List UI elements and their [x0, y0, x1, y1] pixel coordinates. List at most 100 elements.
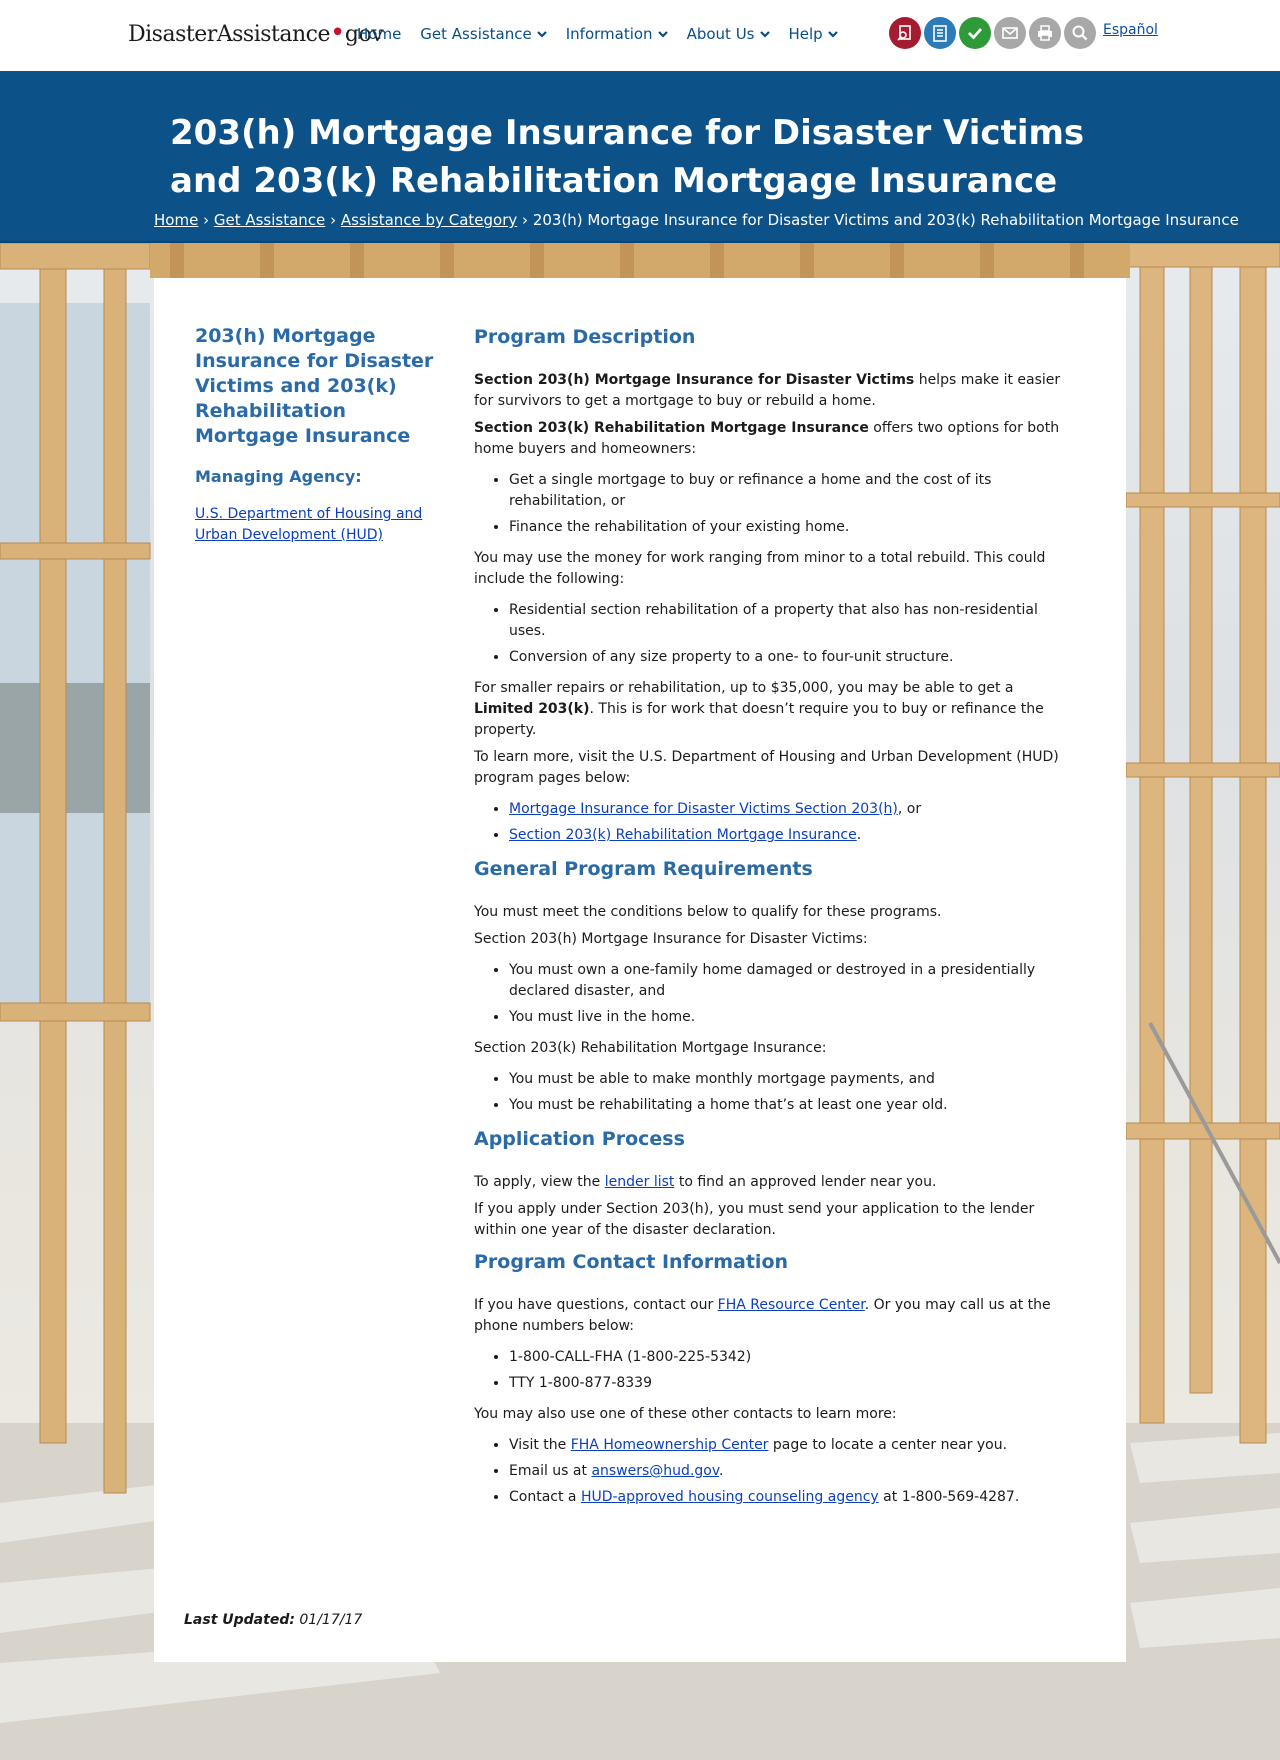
- last-updated-label: Last Updated:: [184, 1612, 295, 1628]
- text: page to locate a center near you.: [768, 1437, 1008, 1453]
- check-icon[interactable]: [959, 17, 991, 49]
- text: , or: [897, 801, 922, 817]
- nav-information[interactable]: Information: [566, 25, 668, 43]
- paragraph: To learn more, visit the U.S. Department…: [474, 749, 1059, 786]
- list-item: You must live in the home.: [509, 1007, 1074, 1028]
- breadcrumb-get-assistance[interactable]: Get Assistance: [214, 211, 325, 229]
- list-item: You must be able to make monthly mortgag…: [509, 1069, 1074, 1090]
- list-item: Residential section rehabilitation of a …: [509, 600, 1074, 642]
- email-icon[interactable]: [994, 17, 1026, 49]
- text: .: [719, 1463, 724, 1479]
- text: at 1-800-569-4287.: [878, 1489, 1020, 1505]
- paragraph: You must meet the conditions below to qu…: [474, 904, 942, 920]
- breadcrumb-home[interactable]: Home: [154, 211, 198, 229]
- sidebar-title: 203(h) Mortgage Insurance for Disaster V…: [195, 325, 434, 447]
- nav-information-label: Information: [565, 25, 653, 43]
- phone-list: 1-800-CALL-FHA (1-800-225-5342) TTY 1-80…: [474, 1347, 1074, 1394]
- hud-agency-link[interactable]: U.S. Department of Housing and Urban Dev…: [195, 504, 435, 546]
- other-contacts-list: Visit the FHA Homeownership Center page …: [474, 1435, 1074, 1508]
- lender-list-link[interactable]: lender list: [605, 1174, 675, 1190]
- breadcrumb: Home › Get Assistance › Assistance by Ca…: [154, 211, 1239, 229]
- breadcrumb-separator: ›: [203, 211, 210, 229]
- fha-homeownership-center-link[interactable]: FHA Homeownership Center: [571, 1437, 769, 1453]
- paragraph: If you have questions, contact our FHA R…: [474, 1295, 1074, 1337]
- sidebar: 203(h) Mortgage Insurance for Disaster V…: [195, 324, 435, 546]
- list-item: Finance the rehabilitation of your exist…: [509, 517, 1074, 538]
- list-item: You must own a one-family home damaged o…: [509, 960, 1074, 1002]
- work-list: Residential section rehabilitation of a …: [474, 600, 1074, 668]
- nav-help-label: Help: [788, 25, 823, 43]
- managing-agency-label: Managing Agency:: [195, 467, 362, 486]
- espanol-link[interactable]: Español: [1103, 22, 1158, 38]
- chevron-down-icon: [536, 29, 547, 39]
- nav-get-assistance[interactable]: Get Assistance: [420, 25, 547, 43]
- list-item: 1-800-CALL-FHA (1-800-225-5342): [509, 1347, 1074, 1368]
- search-document-icon[interactable]: [889, 17, 921, 49]
- paragraph: Section 203(k) Rehabilitation Mortgage I…: [474, 418, 1074, 460]
- bold-text: Section 203(h) Mortgage Insurance for Di…: [474, 372, 915, 388]
- paragraph: For smaller repairs or rehabilitation, u…: [474, 678, 1074, 741]
- main-nav: Home Get Assistance Information About Us…: [357, 25, 857, 43]
- counseling-agency-link[interactable]: HUD-approved housing counseling agency: [581, 1489, 879, 1505]
- content-card: 203(h) Mortgage Insurance for Disaster V…: [154, 278, 1126, 1662]
- nav-home-label: Home: [357, 25, 402, 43]
- top-navigation-bar: DisasterAssistance•gov Home Get Assistan…: [0, 0, 1280, 71]
- nav-help[interactable]: Help: [789, 25, 838, 43]
- breadcrumb-assistance-by-category[interactable]: Assistance by Category: [341, 211, 517, 229]
- hud-links-list: Mortgage Insurance for Disaster Victims …: [474, 799, 1074, 846]
- chevron-down-icon: [657, 29, 668, 39]
- list-item: TTY 1-800-877-8339: [509, 1373, 1074, 1394]
- site-logo[interactable]: DisasterAssistance•gov: [128, 20, 384, 47]
- paragraph: Section 203(h) Mortgage Insurance for Di…: [474, 370, 1074, 412]
- bold-text: Limited 203(k): [474, 701, 590, 717]
- paragraph: If you apply under Section 203(h), you m…: [474, 1201, 1035, 1238]
- text: To apply, view the: [474, 1174, 605, 1190]
- breadcrumb-current: 203(h) Mortgage Insurance for Disaster V…: [532, 211, 1239, 229]
- breadcrumb-separator: ›: [330, 211, 337, 229]
- chevron-down-icon: [827, 29, 838, 39]
- paragraph: You may use the money for work ranging f…: [474, 550, 1046, 587]
- email-link[interactable]: answers@hud.gov: [591, 1463, 719, 1479]
- link-203k[interactable]: Section 203(k) Rehabilitation Mortgage I…: [509, 827, 857, 843]
- breadcrumb-separator: ›: [522, 211, 529, 229]
- nav-home[interactable]: Home: [357, 25, 401, 43]
- text: Email us at: [509, 1463, 592, 1479]
- nav-about-us[interactable]: About Us: [687, 25, 770, 43]
- link-203h[interactable]: Mortgage Insurance for Disaster Victims …: [509, 801, 898, 817]
- checklist-icon[interactable]: [924, 17, 956, 49]
- paragraph: Section 203(k) Rehabilitation Mortgage I…: [474, 1040, 827, 1056]
- page-banner: 203(h) Mortgage Insurance for Disaster V…: [0, 71, 1280, 243]
- list-item: Contact a HUD-approved housing counselin…: [509, 1487, 1074, 1508]
- text: Visit the: [509, 1437, 571, 1453]
- section-heading-application: Application Process: [474, 1128, 685, 1150]
- paragraph: You may also use one of these other cont…: [474, 1406, 897, 1422]
- list-item: Visit the FHA Homeownership Center page …: [509, 1435, 1074, 1456]
- logo-text: DisasterAssistance: [128, 22, 331, 47]
- page-title: 203(h) Mortgage Insurance for Disaster V…: [170, 113, 1085, 201]
- paragraph: Section 203(h) Mortgage Insurance for Di…: [474, 931, 868, 947]
- last-updated-value: 01/17/17: [299, 1612, 363, 1628]
- list-item: Get a single mortgage to buy or refinanc…: [509, 470, 1074, 512]
- text: Contact a: [509, 1489, 581, 1505]
- list-item: Section 203(k) Rehabilitation Mortgage I…: [509, 825, 1074, 846]
- section-heading-contact: Program Contact Information: [474, 1251, 789, 1273]
- text: If you have questions, contact our: [474, 1297, 718, 1313]
- section-heading-program-description: Program Description: [474, 326, 696, 348]
- section-heading-requirements: General Program Requirements: [474, 858, 813, 880]
- tool-icons: [889, 17, 1096, 49]
- search-icon[interactable]: [1064, 17, 1096, 49]
- chevron-down-icon: [759, 29, 770, 39]
- list-item: You must be rehabilitating a home that’s…: [509, 1095, 1074, 1116]
- last-updated: Last Updated: 01/17/17: [184, 1612, 362, 1628]
- list-item: Conversion of any size property to a one…: [509, 647, 1074, 668]
- bold-text: Section 203(k) Rehabilitation Mortgage I…: [474, 420, 869, 436]
- option-list: Get a single mortgage to buy or refinanc…: [474, 470, 1074, 538]
- print-icon[interactable]: [1029, 17, 1061, 49]
- nav-get-assistance-label: Get Assistance: [420, 25, 532, 43]
- text: For smaller repairs or rehabilitation, u…: [474, 680, 1014, 696]
- logo-dot: •: [330, 18, 345, 48]
- main-content: Program Description Section 203(h) Mortg…: [474, 324, 1074, 1518]
- requirements-203h-list: You must own a one-family home damaged o…: [474, 960, 1074, 1028]
- fha-resource-center-link[interactable]: FHA Resource Center: [718, 1297, 865, 1313]
- text: .: [856, 827, 862, 843]
